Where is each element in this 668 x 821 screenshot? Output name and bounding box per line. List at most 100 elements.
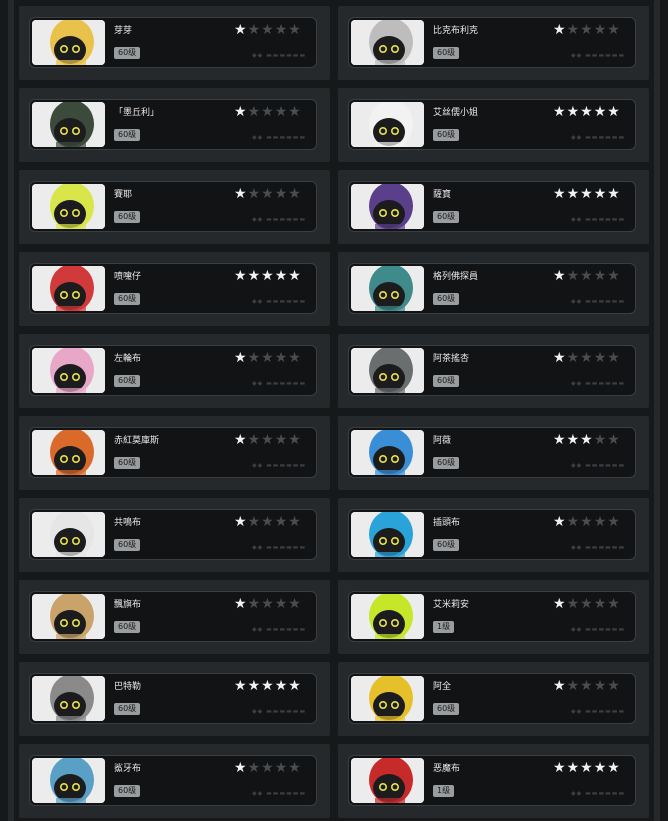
- star-filled-icon: ★: [234, 432, 248, 448]
- character-cell-2: 比克布利克 60级 ★★★★★ ◆◆ ▬▬▬▬▬▬: [338, 6, 649, 80]
- level-badge: 60级: [114, 621, 141, 633]
- character-portrait: [351, 266, 424, 311]
- star-empty-icon: ★: [274, 432, 289, 448]
- character-card[interactable]: 共鳴布 60级 ★★★★★ ◆◆ ▬▬▬▬▬▬: [29, 509, 317, 560]
- character-card[interactable]: 芽芽 60级 ★★★★★ ◆◆ ▬▬▬▬▬▬: [29, 17, 317, 68]
- character-card[interactable]: 艾米莉安 1级 ★★★★★ ◆◆ ▬▬▬▬▬▬: [348, 591, 636, 642]
- character-name: 芽芽: [114, 26, 133, 36]
- character-avatar-icon: [351, 512, 424, 557]
- character-card[interactable]: 薩寶 60级 ★★★★★ ◆◆ ▬▬▬▬▬▬: [348, 181, 636, 232]
- star-empty-icon: ★: [566, 514, 581, 530]
- star-filled-icon: ★: [607, 760, 621, 776]
- star-empty-icon: ★: [247, 514, 262, 530]
- character-card[interactable]: 鯊牙布 60级 ★★★★★ ◆◆ ▬▬▬▬▬▬: [29, 755, 317, 806]
- character-card[interactable]: 插頭布 60级 ★★★★★ ◆◆ ▬▬▬▬▬▬: [348, 509, 636, 560]
- character-card[interactable]: 飄旗布 60级 ★★★★★ ◆◆ ▬▬▬▬▬▬: [29, 591, 317, 642]
- star-rating: ★★★★★: [234, 433, 302, 447]
- character-portrait: [351, 430, 424, 475]
- character-card[interactable]: 阿茶搖杏 60级 ★★★★★ ◆◆ ▬▬▬▬▬▬: [348, 345, 636, 396]
- character-cell-14: 插頭布 60级 ★★★★★ ◆◆ ▬▬▬▬▬▬: [338, 498, 649, 572]
- star-empty-icon: ★: [288, 350, 302, 366]
- character-name: 薩寶: [433, 190, 452, 200]
- character-portrait: [32, 758, 105, 803]
- character-name: 格列佛探員: [433, 272, 479, 282]
- decorative-pattern: ◆◆ ▬▬▬▬▬▬: [571, 380, 626, 387]
- character-portrait: [351, 594, 424, 639]
- decorative-pattern: ◆◆ ▬▬▬▬▬▬: [252, 626, 307, 633]
- star-rating: ★★★★★: [553, 597, 621, 611]
- star-empty-icon: ★: [247, 350, 262, 366]
- star-filled-icon: ★: [566, 760, 581, 776]
- star-empty-icon: ★: [247, 432, 262, 448]
- star-rating: ★★★★★: [553, 515, 621, 529]
- star-rating: ★★★★★: [234, 515, 302, 529]
- star-filled-icon: ★: [553, 596, 567, 612]
- character-name: 赤紅莫庫斯: [114, 436, 160, 446]
- level-badge: 60级: [433, 129, 460, 141]
- decorative-pattern: ◆◆ ▬▬▬▬▬▬: [571, 790, 626, 797]
- character-grid: 芽芽 60级 ★★★★★ ◆◆ ▬▬▬▬▬▬ 比克布利克 60级 ★★★★★ ◆…: [19, 6, 649, 818]
- star-empty-icon: ★: [274, 350, 289, 366]
- character-name: 左輪布: [114, 354, 142, 364]
- star-empty-icon: ★: [593, 268, 608, 284]
- star-rating: ★★★★★: [234, 761, 302, 775]
- character-card[interactable]: 賽耶 60级 ★★★★★ ◆◆ ▬▬▬▬▬▬: [29, 181, 317, 232]
- level-badge: 1级: [433, 621, 455, 633]
- character-avatar-icon: [32, 594, 105, 639]
- star-filled-icon: ★: [553, 186, 567, 202]
- star-filled-icon: ★: [553, 22, 567, 38]
- character-name: 艾丝儒小姐: [433, 108, 479, 118]
- character-card[interactable]: 艾丝儒小姐 60级 ★★★★★ ◆◆ ▬▬▬▬▬▬: [348, 99, 636, 150]
- star-empty-icon: ★: [580, 678, 594, 694]
- star-rating: ★★★★★: [234, 597, 302, 611]
- character-cell-20: 恶魔布 1级 ★★★★★ ◆◆ ▬▬▬▬▬▬: [338, 744, 649, 818]
- character-card[interactable]: 恶魔布 1级 ★★★★★ ◆◆ ▬▬▬▬▬▬: [348, 755, 636, 806]
- character-card[interactable]: 阿薇 60级 ★★★★★ ◆◆ ▬▬▬▬▬▬: [348, 427, 636, 478]
- character-name: 共鳴布: [114, 518, 142, 528]
- star-filled-icon: ★: [553, 514, 567, 530]
- star-filled-icon: ★: [566, 186, 581, 202]
- character-avatar-icon: [32, 430, 105, 475]
- star-filled-icon: ★: [288, 268, 302, 284]
- star-empty-icon: ★: [247, 104, 262, 120]
- star-rating: ★★★★★: [553, 23, 621, 37]
- star-empty-icon: ★: [288, 760, 302, 776]
- character-name: 巴特勒: [114, 682, 142, 692]
- character-avatar-icon: [32, 512, 105, 557]
- star-empty-icon: ★: [261, 760, 275, 776]
- character-avatar-icon: [351, 676, 424, 721]
- character-card[interactable]: 阿全 60级 ★★★★★ ◆◆ ▬▬▬▬▬▬: [348, 673, 636, 724]
- character-cell-8: 格列佛探員 60级 ★★★★★ ◆◆ ▬▬▬▬▬▬: [338, 252, 649, 326]
- star-empty-icon: ★: [288, 514, 302, 530]
- star-empty-icon: ★: [580, 514, 594, 530]
- star-rating: ★★★★★: [553, 351, 621, 365]
- character-card[interactable]: 左輪布 60级 ★★★★★ ◆◆ ▬▬▬▬▬▬: [29, 345, 317, 396]
- character-portrait: [32, 266, 105, 311]
- star-empty-icon: ★: [607, 268, 621, 284]
- decorative-pattern: ◆◆ ▬▬▬▬▬▬: [252, 790, 307, 797]
- level-badge: 60级: [114, 457, 141, 469]
- character-card[interactable]: 格列佛探員 60级 ★★★★★ ◆◆ ▬▬▬▬▬▬: [348, 263, 636, 314]
- star-empty-icon: ★: [607, 432, 621, 448]
- star-empty-icon: ★: [593, 432, 608, 448]
- character-cell-18: 阿全 60级 ★★★★★ ◆◆ ▬▬▬▬▬▬: [338, 662, 649, 736]
- star-empty-icon: ★: [288, 186, 302, 202]
- character-card[interactable]: 「墨丘利」 60级 ★★★★★ ◆◆ ▬▬▬▬▬▬: [29, 99, 317, 150]
- character-card[interactable]: 喷嚏仔 60级 ★★★★★ ◆◆ ▬▬▬▬▬▬: [29, 263, 317, 314]
- decorative-pattern: ◆◆ ▬▬▬▬▬▬: [252, 216, 307, 223]
- character-card[interactable]: 赤紅莫庫斯 60级 ★★★★★ ◆◆ ▬▬▬▬▬▬: [29, 427, 317, 478]
- star-empty-icon: ★: [274, 104, 289, 120]
- character-avatar-icon: [32, 184, 105, 229]
- level-badge: 60级: [114, 703, 141, 715]
- character-card[interactable]: 巴特勒 60级 ★★★★★ ◆◆ ▬▬▬▬▬▬: [29, 673, 317, 724]
- star-filled-icon: ★: [274, 678, 289, 694]
- decorative-pattern: ◆◆ ▬▬▬▬▬▬: [252, 134, 307, 141]
- character-avatar-icon: [32, 266, 105, 311]
- character-cell-16: 艾米莉安 1级 ★★★★★ ◆◆ ▬▬▬▬▬▬: [338, 580, 649, 654]
- character-avatar-icon: [351, 758, 424, 803]
- character-card[interactable]: 比克布利克 60级 ★★★★★ ◆◆ ▬▬▬▬▬▬: [348, 17, 636, 68]
- character-cell-5: 賽耶 60级 ★★★★★ ◆◆ ▬▬▬▬▬▬: [19, 170, 330, 244]
- star-filled-icon: ★: [607, 186, 621, 202]
- star-empty-icon: ★: [593, 350, 608, 366]
- level-badge: 60级: [114, 785, 141, 797]
